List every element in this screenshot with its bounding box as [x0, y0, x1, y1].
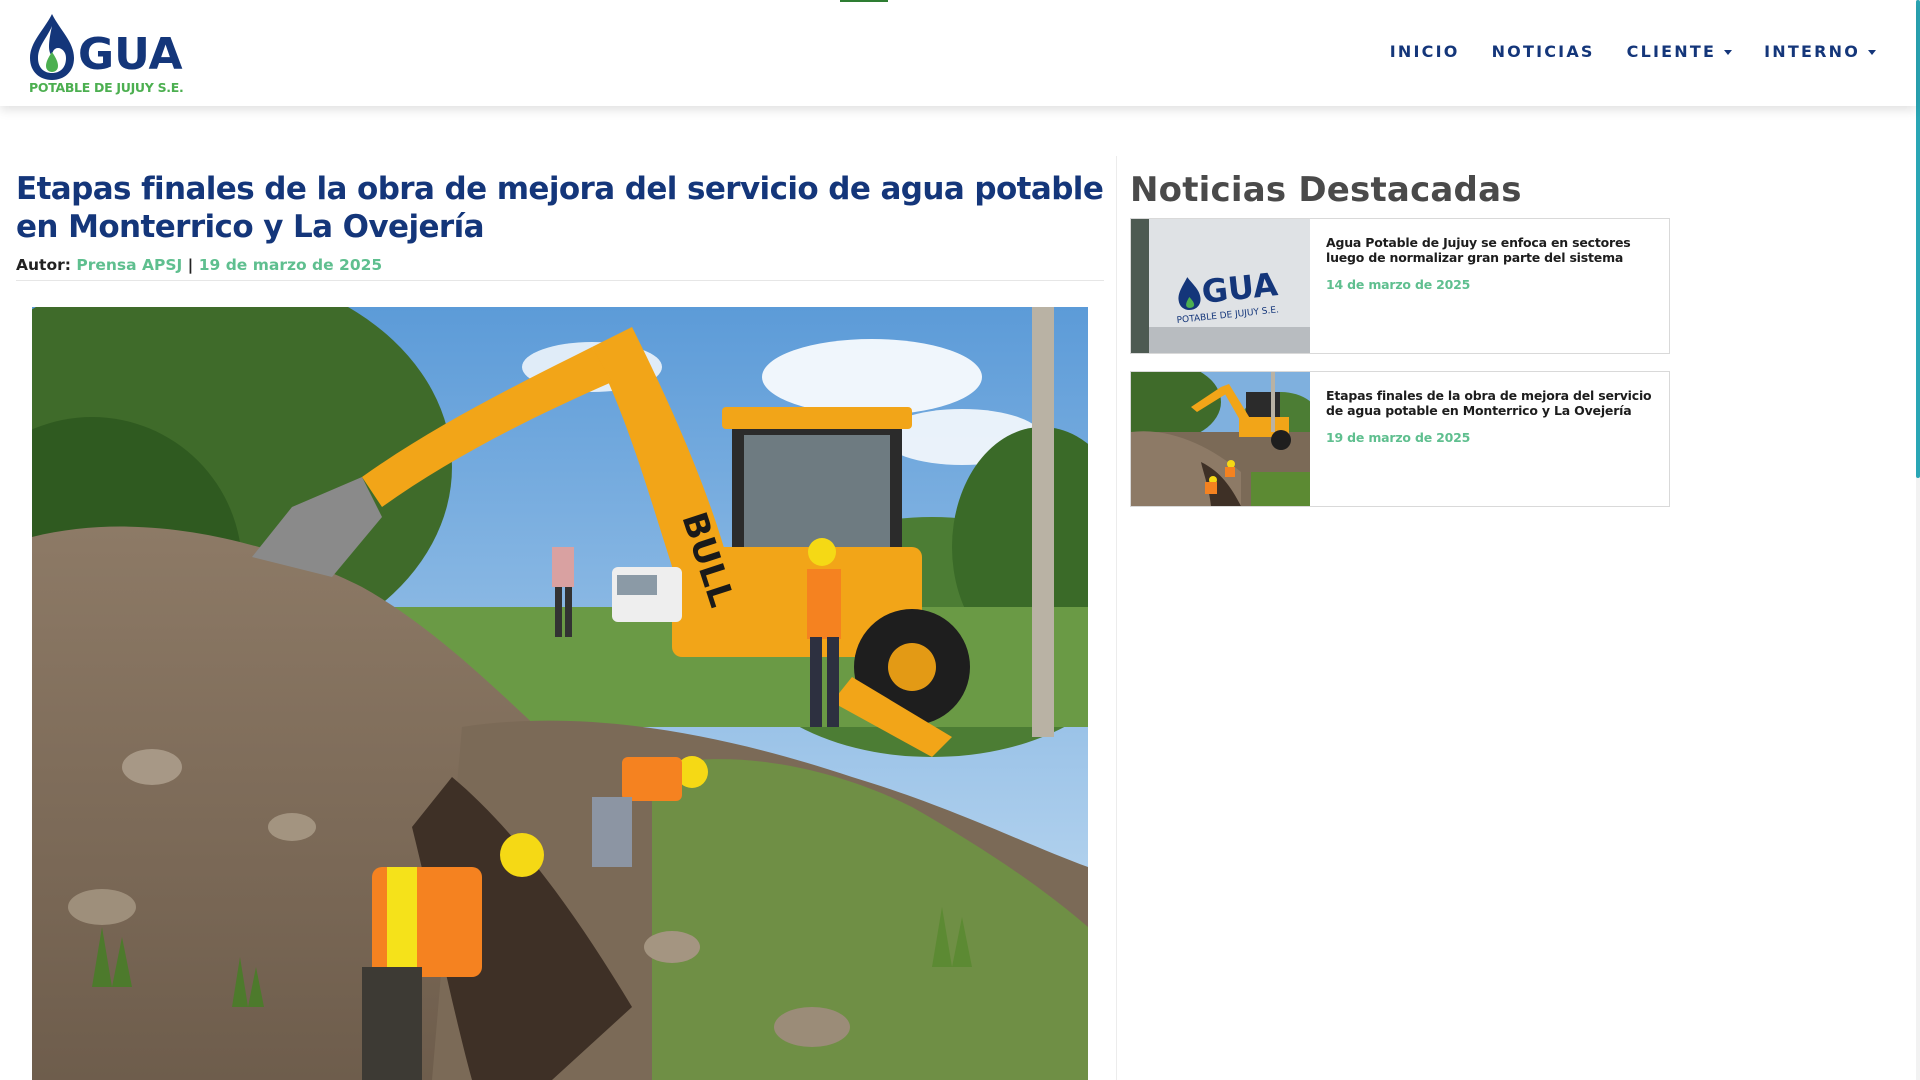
scrollbar-track[interactable] — [1916, 0, 1920, 1080]
author-label: Autor: — [16, 256, 71, 274]
nav-interno-dropdown[interactable]: INTERNO — [1764, 42, 1876, 61]
news-card-thumbnail: GUA POTABLE DE JUJUY S.E. — [1131, 219, 1310, 353]
site-header: GUA POTABLE DE JUJUY S.E. INICIO NOTICIA… — [0, 0, 1916, 106]
article-title: Etapas finales de la obra de mejora del … — [16, 171, 1104, 245]
caret-down-icon — [1868, 50, 1876, 55]
main-nav: INICIO NOTICIAS CLIENTE INTERNO — [1390, 42, 1876, 61]
scrollbar-thumb[interactable] — [1916, 0, 1920, 478]
construction-photo: BULL — [32, 307, 1088, 1080]
nav-cliente-dropdown[interactable]: CLIENTE — [1627, 42, 1733, 61]
author-link[interactable]: Prensa APSJ — [76, 256, 182, 274]
top-indicator-bar — [840, 0, 888, 2]
sidebar-title: Noticias Destacadas — [1130, 170, 1522, 210]
news-card-date: 19 de marzo de 2025 — [1326, 430, 1471, 445]
nav-noticias[interactable]: NOTICIAS — [1492, 42, 1595, 61]
featured-news-sidebar: Noticias Destacadas GUA POTABLE DE JUJUY… — [1130, 170, 1670, 524]
meta-separator: | — [187, 256, 194, 274]
news-card[interactable]: Etapas finales de la obra de mejora del … — [1130, 371, 1670, 507]
article-meta: Autor: Prensa APSJ | 19 de marzo de 2025 — [16, 256, 1104, 281]
water-drop-logo-icon: GUA — [30, 14, 183, 80]
news-card-title[interactable]: Agua Potable de Jujuy se enfoca en secto… — [1326, 235, 1653, 265]
news-card-date: 14 de marzo de 2025 — [1326, 277, 1471, 292]
article-hero-image: BULL — [32, 307, 1088, 1080]
caret-down-icon — [1724, 50, 1733, 55]
svg-text:GUA: GUA — [1200, 265, 1280, 311]
news-card[interactable]: GUA POTABLE DE JUJUY S.E. Agua Potable d… — [1130, 218, 1670, 354]
news-card-title[interactable]: Etapas finales de la obra de mejora del … — [1326, 388, 1653, 418]
nav-inicio[interactable]: INICIO — [1390, 42, 1460, 61]
svg-text:GUA: GUA — [78, 29, 183, 80]
news-card-thumbnail — [1131, 372, 1310, 506]
site-logo[interactable]: GUA POTABLE DE JUJUY S.E. — [26, 12, 186, 96]
logo-subtitle: POTABLE DE JUJUY S.E. — [29, 80, 184, 95]
article: Etapas finales de la obra de mejora del … — [16, 170, 1106, 281]
column-divider — [1116, 156, 1117, 1080]
date-link[interactable]: 19 de marzo de 2025 — [199, 256, 382, 274]
